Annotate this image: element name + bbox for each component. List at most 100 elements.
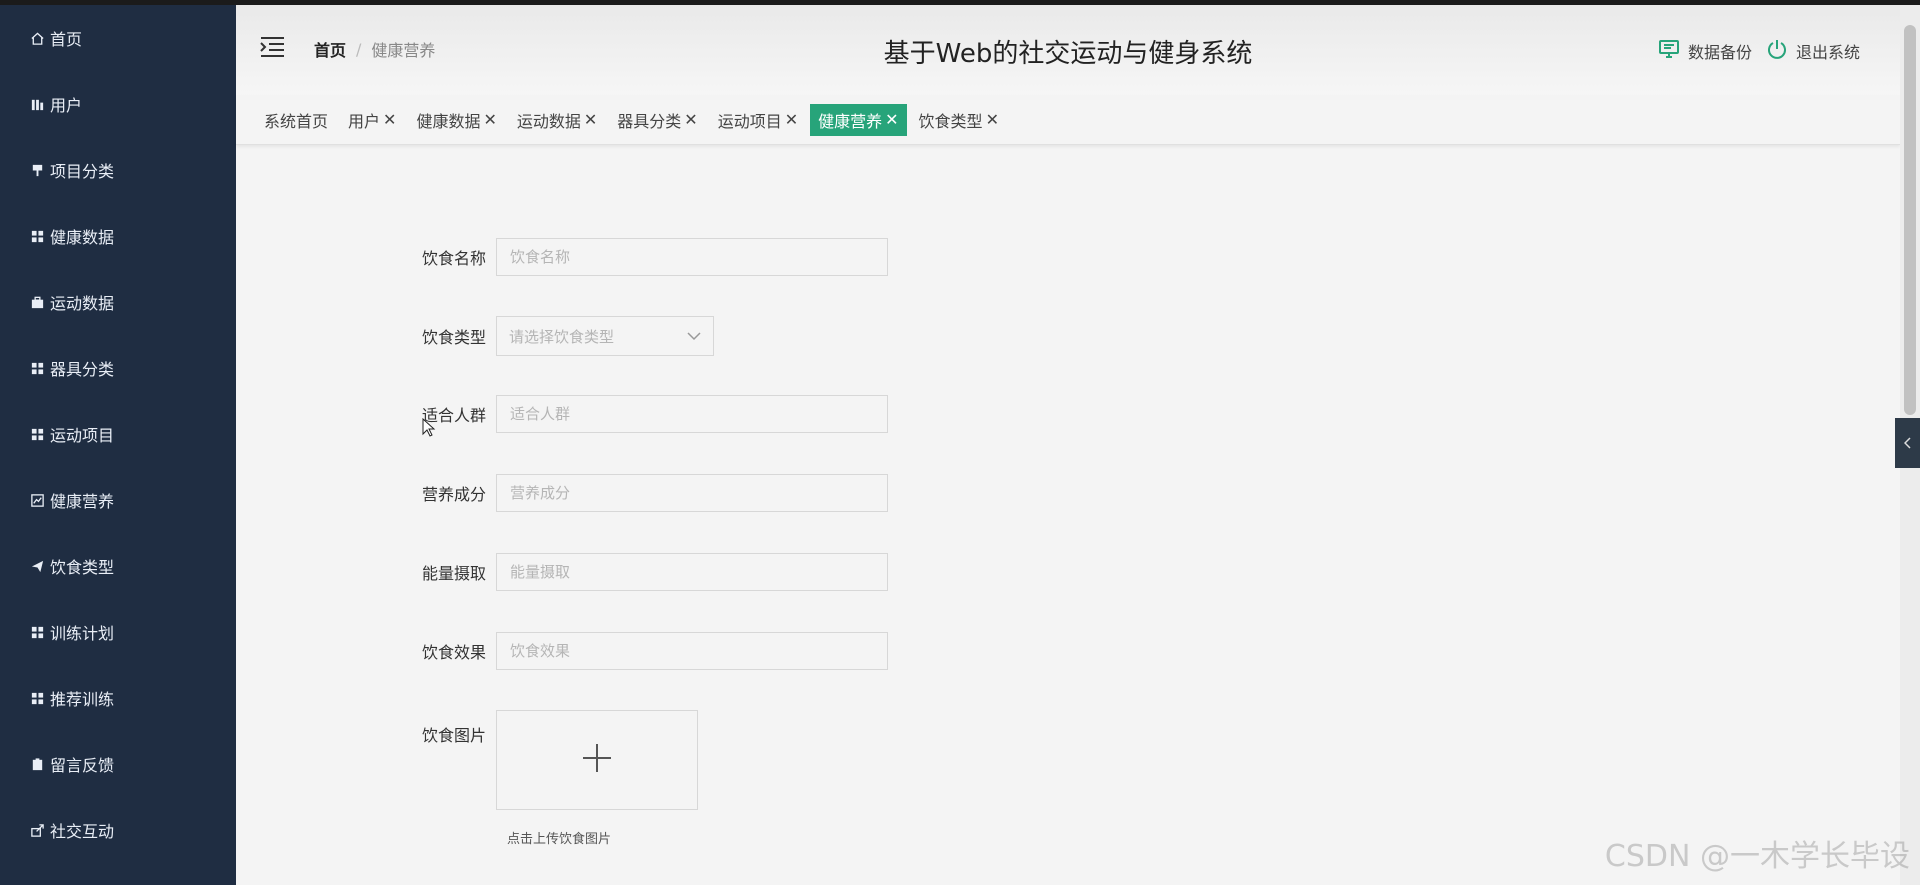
tab-users[interactable]: 用户 ✕ <box>340 104 404 136</box>
tab-health-nutrition[interactable]: 健康营养 ✕ <box>810 103 907 136</box>
tab-label: 用户 <box>348 111 381 131</box>
field-label: 饮食类型 <box>421 328 486 347</box>
grid-icon <box>28 359 46 377</box>
tab-food-type[interactable]: 饮食类型 ✕ <box>911 104 1007 136</box>
sidebar-item-label: 器具分类 <box>50 360 115 379</box>
field-label: 饮食图片 <box>421 726 486 745</box>
line-chart-icon <box>28 491 46 509</box>
grid-icon <box>28 227 46 245</box>
backup-label: 数据备份 <box>1687 43 1752 62</box>
select-placeholder: 请选择饮食类型 <box>509 327 615 346</box>
power-icon <box>1766 38 1796 64</box>
sidebar-item-sport-data[interactable]: 运动数据 <box>0 269 236 335</box>
sidebar-item-feedback[interactable]: 留言反馈 <box>0 731 236 797</box>
sidebar-item-sport-projects[interactable]: 运动项目 <box>0 401 236 467</box>
paint-icon <box>28 161 46 179</box>
watermark-text: CSDN @一木学长毕设 <box>1604 839 1910 874</box>
sidebar-item-recommended-training[interactable]: 推荐训练 <box>0 665 236 731</box>
close-icon[interactable]: ✕ <box>584 110 597 129</box>
send-icon <box>28 557 46 575</box>
field-label: 营养成分 <box>421 485 486 504</box>
grid-icon <box>28 689 46 707</box>
backup-button[interactable]: 数据备份 <box>1658 38 1752 64</box>
tab-label: 健康营养 <box>818 111 883 131</box>
close-icon[interactable]: ✕ <box>986 110 999 129</box>
sidebar-item-label: 训练计划 <box>50 624 115 643</box>
briefcase-icon <box>28 293 46 311</box>
scrollbar-thumb[interactable] <box>1904 25 1916 415</box>
form-row-food-type: 饮食类型 请选择饮食类型 <box>236 316 714 356</box>
logout-button[interactable]: 退出系统 <box>1766 38 1860 64</box>
sidebar-item-label: 项目分类 <box>50 162 115 181</box>
sidebar-item-health-nutrition[interactable]: 健康营养 <box>0 467 236 533</box>
nutrients-input[interactable] <box>496 474 888 512</box>
logout-label: 退出系统 <box>1795 43 1860 62</box>
tab-sport-projects[interactable]: 运动项目 ✕ <box>710 104 806 136</box>
sidebar-item-label: 首页 <box>50 30 83 49</box>
clipboard-icon <box>28 755 46 773</box>
chevron-down-icon <box>687 327 701 345</box>
tab-label: 运动项目 <box>717 111 782 131</box>
plus-icon <box>581 742 613 778</box>
food-type-select[interactable]: 请选择饮食类型 <box>496 316 714 356</box>
sidebar-item-label: 运动数据 <box>50 294 115 313</box>
chart-icon <box>28 95 46 113</box>
mouse-cursor-icon <box>422 417 436 442</box>
form-row-energy: 能量摄取 <box>236 553 888 591</box>
form-row-effect: 饮食效果 <box>236 632 888 670</box>
tab-equipment-category[interactable]: 器具分类 ✕ <box>609 104 705 136</box>
panel-collapse-button[interactable] <box>1895 418 1920 468</box>
share-icon <box>28 821 46 839</box>
close-icon[interactable]: ✕ <box>885 110 898 129</box>
tab-health-data[interactable]: 健康数据 ✕ <box>408 104 504 136</box>
form-row-nutrients: 营养成分 <box>236 474 888 512</box>
target-group-input[interactable] <box>496 395 888 433</box>
sidebar-item-label: 饮食类型 <box>50 558 115 577</box>
sidebar-item-users[interactable]: 用户 <box>0 71 236 137</box>
sidebar-item-label: 健康数据 <box>50 228 115 247</box>
tab-label: 系统首页 <box>264 111 329 131</box>
close-icon[interactable]: ✕ <box>684 110 697 129</box>
sidebar-item-label: 推荐训练 <box>50 690 115 709</box>
close-icon[interactable]: ✕ <box>383 110 396 129</box>
sidebar-item-label: 运动项目 <box>50 426 115 445</box>
tab-label: 饮食类型 <box>918 111 983 131</box>
tab-system-home[interactable]: 系统首页 <box>256 104 336 136</box>
chevron-left-icon <box>1903 434 1912 453</box>
top-header: 首页 / 健康营养 基于Web的社交运动与健身系统 数据备份 退出系统 <box>236 5 1900 95</box>
image-upload-button[interactable] <box>496 710 698 810</box>
form-row-image: 饮食图片 <box>236 710 698 810</box>
tab-label: 健康数据 <box>416 111 481 131</box>
tab-label: 器具分类 <box>617 111 682 131</box>
sidebar-item-equipment-category[interactable]: 器具分类 <box>0 335 236 401</box>
sidebar-item-training-plan[interactable]: 训练计划 <box>0 599 236 665</box>
nutrition-form: 饮食名称 饮食类型 请选择饮食类型 适合人群 营养成分 能量摄取 饮食效果 饮食… <box>236 146 1876 885</box>
grid-icon <box>28 425 46 443</box>
field-label: 能量摄取 <box>421 564 486 583</box>
sidebar-item-label: 留言反馈 <box>50 756 115 775</box>
sidebar-item-label: 健康营养 <box>50 492 115 511</box>
tab-sport-data[interactable]: 运动数据 ✕ <box>509 104 605 136</box>
close-icon[interactable]: ✕ <box>785 110 798 129</box>
close-icon[interactable]: ✕ <box>483 110 496 129</box>
field-label: 适合人群 <box>421 406 486 425</box>
energy-input[interactable] <box>496 553 888 591</box>
tab-bar: 系统首页 用户 ✕ 健康数据 ✕ 运动数据 ✕ 器具分类 ✕ 运动项目 ✕ 健康营养 ✕ 饮… <box>236 95 1900 145</box>
form-row-target-group: 适合人群 <box>236 395 888 433</box>
grid-icon <box>28 623 46 641</box>
food-name-input[interactable] <box>496 238 888 276</box>
home-icon <box>28 29 46 47</box>
sidebar-item-social[interactable]: 社交互动 <box>0 797 236 863</box>
sidebar-item-health-data[interactable]: 健康数据 <box>0 203 236 269</box>
sidebar-item-home[interactable]: 首页 <box>0 5 236 71</box>
upload-tip: 点击上传饮食图片 <box>507 832 612 847</box>
form-row-food-name: 饮食名称 <box>236 238 888 276</box>
field-label: 饮食名称 <box>421 249 486 268</box>
sidebar-item-food-type[interactable]: 饮食类型 <box>0 533 236 599</box>
header-actions: 数据备份 退出系统 <box>1644 38 1860 64</box>
sidebar: 首页 用户 项目分类 健康数据 运动数据 器具分类 运动项目 健康营养 饮食类型… <box>0 5 236 885</box>
effect-input[interactable] <box>496 632 888 670</box>
sidebar-item-label: 用户 <box>50 96 83 115</box>
sidebar-item-project-category[interactable]: 项目分类 <box>0 137 236 203</box>
sidebar-item-label: 社交互动 <box>50 822 115 841</box>
